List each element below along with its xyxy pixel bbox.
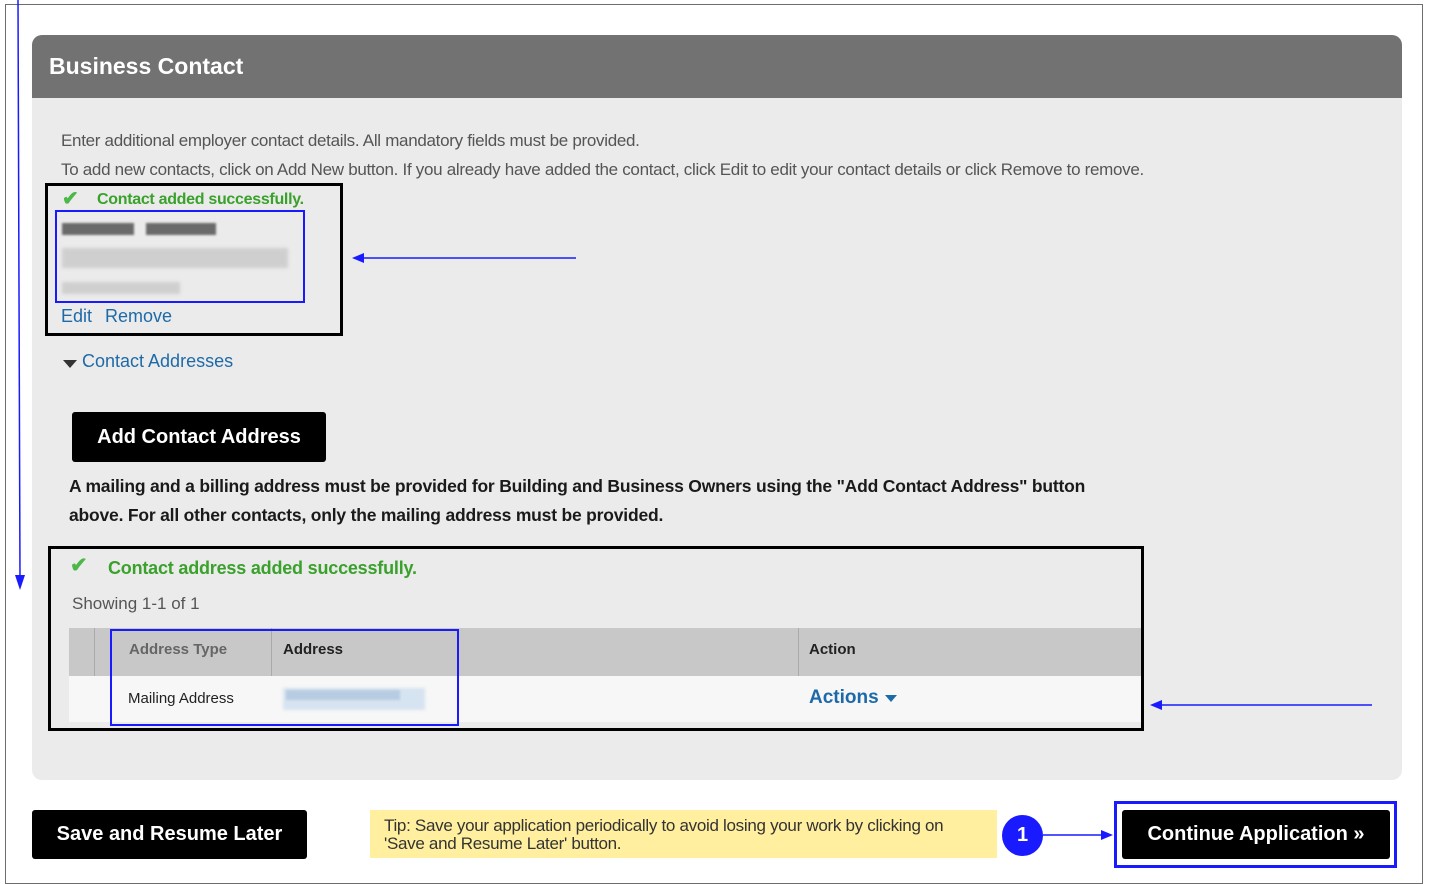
intro-text-line-1: Enter additional employer contact detail… <box>61 131 640 150</box>
remove-contact-link[interactable]: Remove <box>105 306 172 327</box>
check-icon: ✔ <box>62 188 79 210</box>
actions-label: Actions <box>809 687 879 708</box>
column-header-action: Action <box>809 641 856 658</box>
step-number-badge: 1 <box>1002 815 1043 856</box>
address-columns-highlight <box>110 629 459 726</box>
arrow-to-continue-button <box>1043 830 1113 840</box>
panel-title: Business Contact <box>32 35 1402 98</box>
arrow-to-address-table <box>1150 700 1372 710</box>
arrow-to-contact-card <box>352 253 576 263</box>
contact-addresses-toggle[interactable]: Contact Addresses <box>82 351 233 372</box>
actions-dropdown[interactable]: Actions <box>809 687 898 709</box>
check-icon: ✔ <box>70 554 88 577</box>
edit-contact-link[interactable]: Edit <box>61 306 92 327</box>
chevron-down-icon[interactable] <box>62 358 78 370</box>
continue-application-button[interactable]: Continue Application » <box>1122 810 1390 859</box>
add-contact-address-button[interactable]: Add Contact Address <box>72 412 326 462</box>
save-and-resume-later-button[interactable]: Save and Resume Later <box>32 810 307 859</box>
save-tip: Tip: Save your application periodically … <box>370 810 997 858</box>
contact-success-message: Contact added successfully. <box>97 191 304 208</box>
address-note-line-1: A mailing and a billing address must be … <box>69 476 1086 496</box>
caret-down-icon <box>884 694 897 702</box>
address-note-line-2: above. For all other contacts, only the … <box>69 505 664 525</box>
address-success-message: Contact address added successfully. <box>108 558 417 578</box>
flow-arrow-left-vertical <box>15 0 25 590</box>
intro-text-line-2: To add new contacts, click on Add New bu… <box>61 160 1144 179</box>
pagination-summary: Showing 1-1 of 1 <box>72 594 200 613</box>
